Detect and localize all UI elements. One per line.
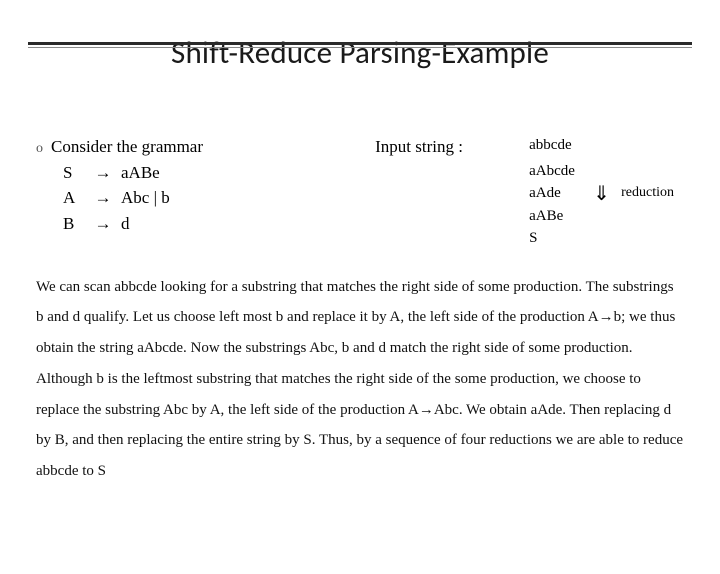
slide: Shift-Reduce Parsing-Example o Consider … xyxy=(0,34,720,574)
grammar-block: o Consider the grammar S → aABe A → Abc … xyxy=(36,134,203,236)
deriv-note xyxy=(621,134,674,160)
deriv-row-3: aABe xyxy=(375,205,674,228)
deriv-note xyxy=(621,205,674,228)
grammar-prod-1: A → Abc | b xyxy=(51,185,203,211)
down-arrow-icon xyxy=(593,136,617,162)
bullet-icon: o xyxy=(36,134,43,236)
deriv-val: aABe xyxy=(529,205,589,228)
arrow-icon: → xyxy=(85,160,121,186)
arrow-icon: → xyxy=(85,211,121,237)
prod-lhs: B xyxy=(63,211,85,237)
upper-row: o Consider the grammar S → aABe A → Abc … xyxy=(36,134,684,250)
derivation-block: Input string : abbcde aAbcde aAde ⇓ redu… xyxy=(375,134,684,250)
deriv-row-4: S xyxy=(375,227,674,250)
deriv-note xyxy=(621,160,674,183)
prod-lhs: A xyxy=(63,185,85,211)
page-title: Shift-Reduce Parsing-Example xyxy=(0,34,720,72)
down-arrow-icon xyxy=(593,162,617,185)
grammar-intro: Consider the grammar xyxy=(51,134,203,160)
deriv-val: aAde xyxy=(529,182,589,205)
top-divider xyxy=(28,42,692,48)
deriv-row-1: aAbcde xyxy=(375,160,674,183)
deriv-val: aAbcde xyxy=(529,160,589,183)
prod-rhs: Abc | b xyxy=(121,185,203,211)
prod-lhs: S xyxy=(63,160,85,186)
deriv-val: abbcde xyxy=(529,134,589,160)
deriv-note: reduction xyxy=(621,182,674,205)
grammar-prod-0: S → aABe xyxy=(51,160,203,186)
deriv-note xyxy=(621,227,674,250)
grammar-lines: Consider the grammar S → aABe A → Abc | … xyxy=(51,134,203,236)
deriv-val: S xyxy=(529,227,589,250)
content-area: o Consider the grammar S → aABe A → Abc … xyxy=(36,134,684,487)
input-label: Input string : xyxy=(375,134,525,160)
explanation-paragraph: We can scan abbcde looking for a substri… xyxy=(36,272,684,487)
down-arrow-icon xyxy=(593,207,617,230)
grammar-prod-2: B → d xyxy=(51,211,203,237)
prod-rhs: d xyxy=(121,211,203,237)
deriv-row-2: aAde ⇓ reduction xyxy=(375,182,674,205)
deriv-row-0: Input string : abbcde xyxy=(375,134,674,160)
prod-rhs: aABe xyxy=(121,160,203,186)
down-arrow-icon xyxy=(593,229,617,252)
arrow-icon: → xyxy=(85,185,121,211)
down-arrow-icon: ⇓ xyxy=(593,184,617,207)
